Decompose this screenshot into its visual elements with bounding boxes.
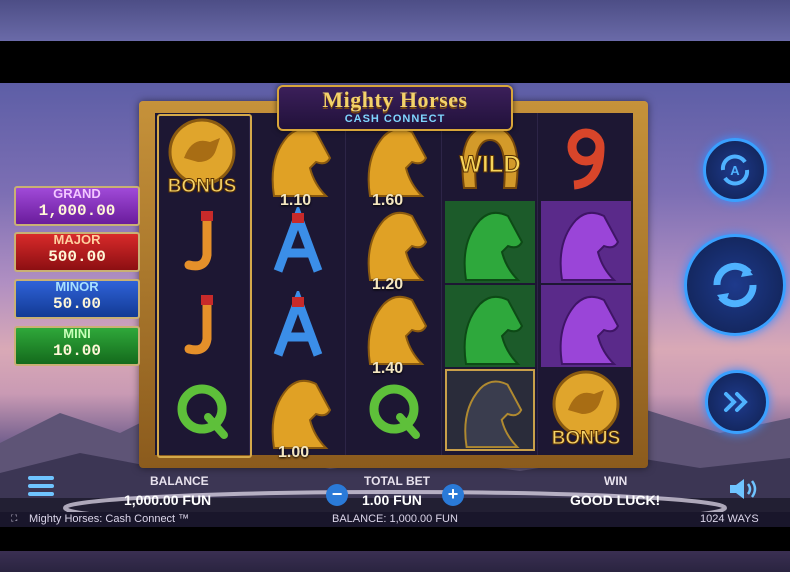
autoplay-icon: A: [720, 154, 750, 186]
game-logo: Mighty Horses CASH CONNECT: [277, 85, 513, 131]
jackpot-value: 500.00: [48, 248, 106, 266]
balance-value: 1,000.00 FUN: [124, 492, 212, 508]
a-symbol: [253, 201, 343, 283]
logo-title: Mighty Horses: [322, 87, 468, 112]
gold-horse-symbol: [349, 201, 439, 283]
black-horse-symbol: [445, 369, 535, 451]
gold-horse-icon: [367, 211, 428, 281]
green-horse-icon: [463, 211, 524, 281]
jackpot-value: 50.00: [52, 295, 101, 313]
cash-value: 1.20: [372, 276, 404, 293]
purple-horse-symbol: [541, 201, 631, 283]
bonus-symbol: BONUS: [541, 369, 631, 451]
purple-horse-icon: [559, 211, 620, 281]
increase-bet-button[interactable]: +: [442, 484, 464, 506]
reel-5: BONUS: [539, 113, 633, 455]
balance-label: BALANCE: [150, 474, 209, 488]
a-symbol: [253, 285, 343, 367]
purple-horse-icon: [559, 295, 620, 365]
cash-value: 1.10: [280, 192, 312, 209]
total-bet-label: TOTAL BET: [364, 474, 430, 488]
menu-button[interactable]: [26, 474, 56, 498]
green-horse-symbol: [445, 285, 535, 367]
wild-text: WILD: [459, 151, 520, 178]
jackpot-value: 1,000.00: [38, 202, 116, 220]
fullscreen-icon[interactable]: ⛶: [11, 513, 17, 524]
green-horse-symbol: [445, 201, 535, 283]
reel-1-highlight: [157, 114, 252, 458]
win-value: GOOD LUCK!: [570, 492, 661, 508]
a-letter-icon: [273, 207, 323, 273]
status-bar: ⛶ Mighty Horses: Cash Connect ™ BALANCE:…: [0, 512, 790, 527]
q-letter-icon: [369, 384, 420, 439]
green-horse-icon: [463, 295, 524, 365]
cash-value: 1.00: [278, 444, 310, 461]
autoplay-button[interactable]: A: [703, 138, 767, 202]
reel-4: WILD: [443, 113, 538, 455]
bottom-background-strip: [0, 551, 790, 572]
a-letter-icon: [273, 291, 323, 357]
total-bet-value: 1.00 FUN: [362, 492, 422, 508]
reel-2: [251, 113, 346, 455]
gold-horse-icon: [367, 295, 428, 365]
turbo-button[interactable]: [705, 370, 769, 434]
ways-text: 1024 WAYS: [700, 513, 759, 525]
jackpot-label: MINOR: [55, 279, 99, 294]
spin-button[interactable]: [684, 234, 786, 336]
cash-value: 1.60: [372, 192, 404, 209]
gold-horse-symbol: [253, 369, 343, 451]
jackpot-label: MINI: [63, 326, 91, 341]
bonus-text: BONUS: [552, 428, 621, 449]
purple-horse-symbol: [541, 285, 631, 367]
decrease-bet-button[interactable]: −: [326, 484, 348, 506]
jackpot-label: GRAND: [53, 186, 101, 201]
hud-bar: BALANCE 1,000.00 FUN − TOTAL BET 1.00 FU…: [0, 468, 790, 513]
black-horse-icon: [464, 380, 523, 449]
jackpot-grand: GRAND 1,000.00: [14, 186, 140, 226]
top-letterbox: [0, 41, 790, 83]
gold-horse-symbol: [349, 285, 439, 367]
status-balance-text: BALANCE: 1,000.00 FUN: [332, 513, 458, 525]
cash-value: 1.40: [372, 360, 404, 377]
jackpot-value: 10.00: [52, 342, 101, 360]
jackpot-minor: MINOR 50.00: [14, 279, 140, 319]
gold-horse-icon: [271, 379, 332, 449]
jackpot-mini: MINI 10.00: [14, 326, 140, 366]
logo-subtitle: CASH CONNECT: [344, 113, 446, 125]
spin-arrows-icon: [713, 262, 757, 308]
bottom-letterbox: [0, 527, 790, 551]
hamburger-icon: [28, 476, 54, 496]
jackpot-label: MAJOR: [53, 232, 101, 247]
jackpot-major: MAJOR 500.00: [14, 232, 140, 272]
sound-button[interactable]: [728, 476, 762, 502]
autoplay-letter: A: [730, 163, 740, 178]
q-symbol: [349, 369, 439, 451]
game-name-text: Mighty Horses: Cash Connect ™: [29, 513, 190, 525]
win-label: WIN: [604, 474, 628, 488]
bonus-coin-icon: BONUS: [551, 370, 621, 450]
nine-symbol: [541, 117, 631, 199]
double-chevron-icon: [724, 392, 748, 412]
speaker-icon: [730, 479, 757, 499]
top-background-strip: [0, 0, 790, 41]
nine-letter-icon: [567, 128, 605, 190]
